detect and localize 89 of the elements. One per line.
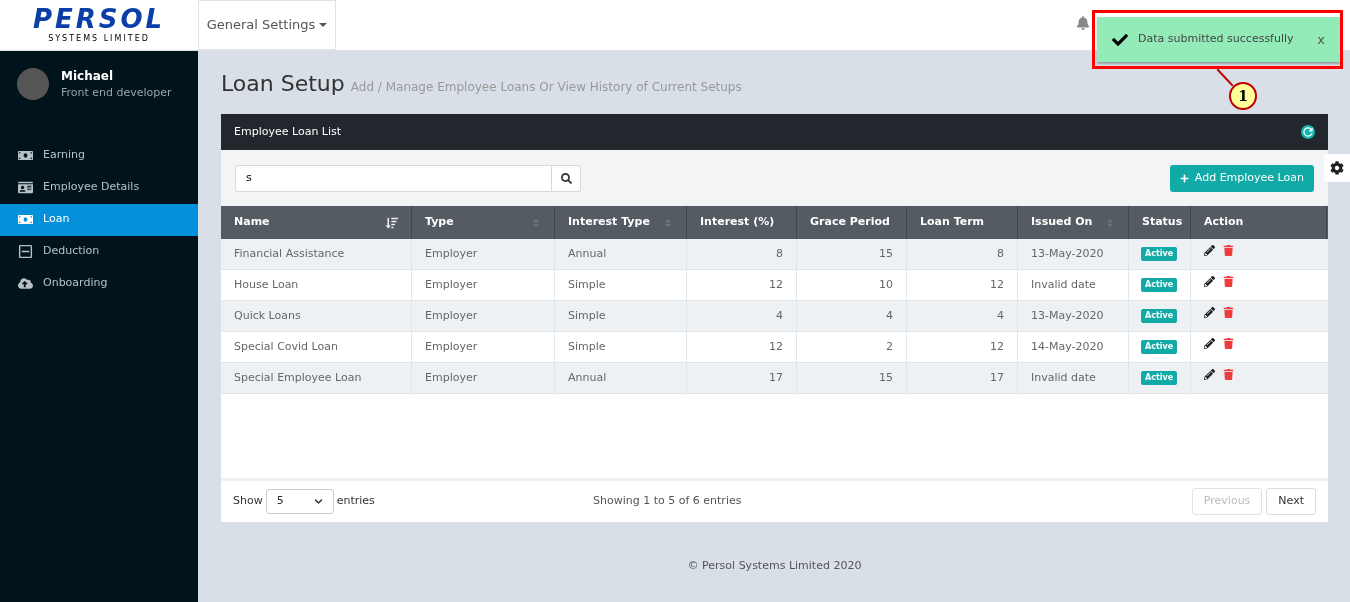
table-cell: Quick Loans [221, 301, 412, 331]
pagination-info: Showing 1 to 5 of 6 entries [593, 493, 742, 510]
logo-wordmark: PERSOL [32, 5, 166, 33]
table-cell: 4 [907, 301, 1018, 331]
table-cell: 12 [687, 332, 797, 362]
table-cell: 15 [797, 239, 907, 269]
delete-icon[interactable] [1223, 245, 1234, 256]
status-badge: Active [1141, 247, 1178, 261]
sidebar-item[interactable]: Deduction [0, 235, 198, 268]
table-cell: 14-May-2020 [1018, 332, 1129, 362]
panel-title: Employee Loan List [234, 123, 342, 140]
search-button[interactable] [552, 164, 581, 192]
table-cell: 15 [797, 363, 907, 393]
page-size-select[interactable]: 5 [265, 489, 334, 514]
table-cell: 12 [907, 332, 1018, 362]
delete-icon[interactable] [1223, 369, 1234, 380]
edit-icon[interactable] [1204, 338, 1215, 349]
chevron-down-icon [313, 497, 323, 506]
delete-icon[interactable] [1223, 276, 1234, 287]
table-cell: Special Employee Loan [221, 363, 412, 393]
table-cell: Invalid date [1018, 270, 1129, 300]
edit-icon[interactable] [1204, 307, 1215, 318]
table-cell: 8 [687, 239, 797, 269]
table-cell: 13-May-2020 [1018, 239, 1129, 269]
next-button[interactable]: Next [1266, 488, 1316, 515]
table-cell: Employer [412, 239, 555, 269]
edit-icon[interactable] [1204, 245, 1215, 256]
table-cell: 13-May-2020 [1018, 301, 1129, 331]
menu-item-icon [18, 180, 33, 195]
table-cell: Special Covid Loan [221, 332, 412, 362]
page-title: Loan Setup [221, 70, 345, 98]
table-cell: 4 [687, 301, 797, 331]
delete-icon[interactable] [1223, 338, 1234, 349]
search-icon [560, 172, 572, 184]
toast-message: Data submitted successfully [1138, 31, 1294, 48]
menu-item-icon [18, 212, 33, 227]
table-cell: Annual [555, 239, 687, 269]
table-cell: Simple [555, 301, 687, 331]
table-cell: Employer [412, 332, 555, 362]
show-label: Show [233, 493, 263, 510]
status-badge: Active [1141, 371, 1178, 385]
user-name: Michael [61, 68, 115, 85]
table-cell: 17 [687, 363, 797, 393]
table-cell: Simple [555, 270, 687, 300]
table-cell: Employer [412, 270, 555, 300]
settings-tab[interactable] [1324, 154, 1350, 182]
table-cell: Employer [412, 363, 555, 393]
sidebar-item[interactable]: Earning [0, 139, 198, 172]
table-cell: 12 [907, 270, 1018, 300]
sidebar-item[interactable]: Onboarding [0, 267, 198, 300]
refresh-icon[interactable] [1301, 125, 1315, 139]
status-badge: Active [1141, 309, 1178, 323]
caret-icon [319, 23, 328, 27]
logo-tagline: SYSTEMS LIMITED [48, 33, 150, 45]
notification-bell-icon[interactable] [1076, 16, 1090, 30]
avatar [17, 68, 49, 101]
status-badge: Active [1141, 278, 1178, 292]
table-cell: Annual [555, 363, 687, 393]
table-cell: 17 [907, 363, 1018, 393]
leader-line [1217, 69, 1233, 86]
table-cell: Employer [412, 301, 555, 331]
callout-number: 1 [1229, 82, 1257, 110]
edit-icon[interactable] [1204, 369, 1215, 380]
settings-icon [1330, 161, 1344, 175]
check-icon [1112, 31, 1128, 48]
user-role: Front end developer [61, 85, 172, 101]
table-cell: 12 [687, 270, 797, 300]
plus-icon [1179, 173, 1189, 183]
sidebar-item[interactable]: Employee Details [0, 171, 198, 204]
menu-item-icon [18, 244, 33, 259]
table-cell: 8 [907, 239, 1018, 269]
general-settings-menu[interactable]: General Settings [198, 0, 336, 50]
table-cell: House Loan [221, 270, 412, 300]
menu-item-icon [18, 276, 33, 291]
delete-icon[interactable] [1223, 307, 1234, 318]
table-cell: 10 [797, 270, 907, 300]
copyright-text: © Persol Systems Limited 2020 [687, 558, 862, 574]
menu-item-icon [18, 148, 33, 163]
table-cell: Simple [555, 332, 687, 362]
table-cell: 4 [797, 301, 907, 331]
close-button[interactable]: x [1317, 29, 1325, 50]
table-cell: Financial Assistance [221, 239, 412, 269]
table-cell: 2 [797, 332, 907, 362]
entries-label: entries [336, 493, 375, 510]
page-subtitle: Add / Manage Employee Loans Or View History of Current Setups [350, 79, 742, 96]
table-cell: Invalid date [1018, 363, 1129, 393]
search-field[interactable]: s [235, 164, 552, 192]
edit-icon[interactable] [1204, 276, 1215, 287]
status-badge: Active [1141, 340, 1178, 354]
